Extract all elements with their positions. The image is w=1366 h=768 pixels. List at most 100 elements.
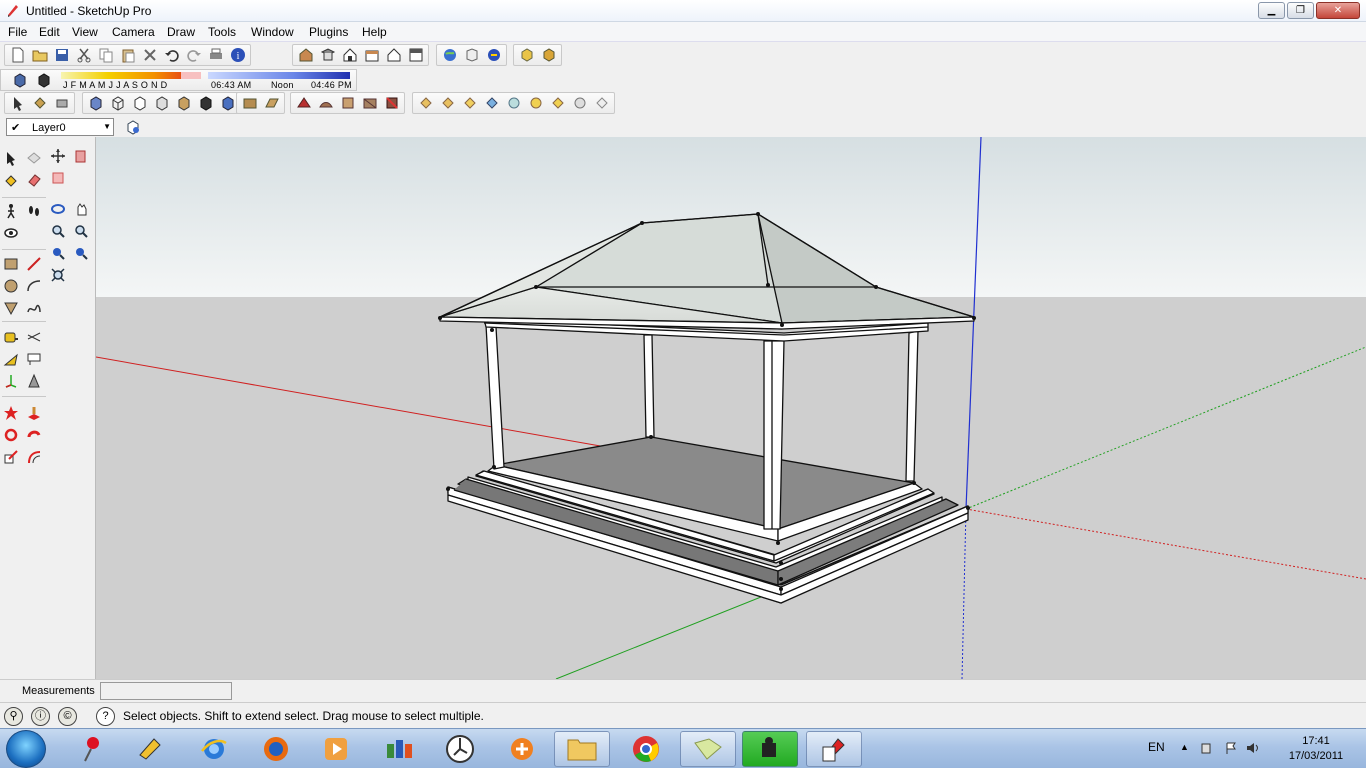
scale-tool-icon[interactable]	[1, 447, 21, 467]
3d-text-icon[interactable]	[24, 371, 44, 391]
sketchup-task-icon[interactable]	[806, 731, 862, 767]
orange-app-icon[interactable]	[494, 731, 550, 767]
zoom-tool-icon[interactable]	[48, 221, 68, 241]
front-view-icon[interactable]	[339, 45, 360, 65]
volume-icon[interactable]	[1246, 741, 1262, 755]
circle-tool-icon[interactable]	[1, 276, 21, 296]
follow-me-icon[interactable]	[48, 168, 68, 188]
look-around-icon[interactable]	[1, 223, 21, 243]
layer-select[interactable]: ✔ Layer0 ▼	[6, 118, 114, 136]
move-tool-icon[interactable]	[48, 146, 68, 166]
rectangle-tool-icon[interactable]	[1, 254, 21, 274]
zoom-window-icon[interactable]	[71, 221, 91, 241]
eraser-tool-icon[interactable]	[24, 170, 44, 190]
next-view-icon[interactable]	[71, 243, 91, 263]
shadow-toggle-icon[interactable]	[9, 70, 30, 90]
right-view-icon[interactable]	[361, 45, 382, 65]
xray-icon[interactable]	[85, 93, 106, 113]
menu-camera[interactable]: Camera	[112, 25, 155, 39]
minimize-button[interactable]: ▁	[1258, 2, 1285, 19]
sandbox-i-icon[interactable]	[481, 93, 502, 113]
firefox-icon[interactable]	[248, 731, 304, 767]
internet-explorer-icon[interactable]	[186, 731, 242, 767]
print-icon[interactable]	[205, 45, 226, 65]
eraser-icon[interactable]	[51, 93, 72, 113]
undo-icon[interactable]	[161, 45, 182, 65]
sandbox-n-icon[interactable]	[591, 93, 612, 113]
shaded-icon[interactable]	[151, 93, 172, 113]
sandbox-h-icon[interactable]	[459, 93, 480, 113]
notes-app-icon[interactable]	[680, 731, 736, 767]
menu-draw[interactable]: Draw	[167, 25, 195, 39]
sandbox-g-icon[interactable]	[437, 93, 458, 113]
menu-help[interactable]: Help	[362, 25, 387, 39]
menu-edit[interactable]: Edit	[39, 25, 60, 39]
model-viewport[interactable]	[96, 137, 1366, 679]
credits-icon[interactable]: ⓘ	[31, 707, 50, 726]
section-plane-icon[interactable]	[217, 93, 238, 113]
share-model-icon[interactable]	[483, 45, 504, 65]
clock-app-icon[interactable]	[432, 731, 488, 767]
text-tool-icon[interactable]	[24, 349, 44, 369]
get-models-icon[interactable]	[461, 45, 482, 65]
shadow-time-slider[interactable]	[208, 72, 350, 79]
media-player-icon[interactable]	[308, 731, 364, 767]
flag-tray-icon[interactable]	[1224, 741, 1238, 755]
walk-tool-icon[interactable]	[1, 201, 21, 221]
iso-view-icon[interactable]	[295, 45, 316, 65]
pin-app-icon[interactable]	[64, 731, 120, 767]
push-pull-icon[interactable]	[71, 146, 91, 166]
copy-icon[interactable]	[95, 45, 116, 65]
components-icon[interactable]	[516, 45, 537, 65]
maximize-button[interactable]: ❐	[1287, 2, 1314, 19]
sandbox-m-icon[interactable]	[569, 93, 590, 113]
axes-tool-icon[interactable]	[1, 371, 21, 391]
copyright-icon[interactable]: ©	[58, 707, 77, 726]
back-view-icon[interactable]	[383, 45, 404, 65]
section-cut-icon[interactable]	[261, 93, 282, 113]
footprints-icon[interactable]	[24, 201, 44, 221]
save-icon[interactable]	[51, 45, 72, 65]
monochrome-icon[interactable]	[195, 93, 216, 113]
chevron-down-icon[interactable]: ▼	[103, 122, 111, 131]
sandbox-k-icon[interactable]	[525, 93, 546, 113]
layer-manager-icon[interactable]	[122, 117, 143, 137]
menu-window[interactable]: Window	[251, 25, 294, 39]
close-button[interactable]: ✕	[1316, 2, 1360, 19]
show-hidden-icons-icon[interactable]: ▲	[1180, 742, 1189, 752]
shadow-date-slider[interactable]	[61, 72, 201, 79]
rotate-tool-icon[interactable]	[1, 425, 21, 445]
tape-measure-icon[interactable]	[1, 327, 21, 347]
hidden-line-icon[interactable]	[129, 93, 150, 113]
previous-view-icon[interactable]	[48, 243, 68, 263]
measurements-input[interactable]	[100, 682, 232, 700]
menu-file[interactable]: File	[8, 25, 27, 39]
menu-plugins[interactable]: Plugins	[309, 25, 348, 39]
sandbox-c-icon[interactable]	[337, 93, 358, 113]
erase-icon[interactable]	[139, 45, 160, 65]
orbit-tool-icon[interactable]	[48, 199, 68, 219]
arc-tool-icon[interactable]	[24, 276, 44, 296]
select-icon[interactable]	[7, 93, 28, 113]
language-indicator[interactable]: EN	[1148, 740, 1165, 754]
menu-tools[interactable]: Tools	[208, 25, 236, 39]
sandbox-l-icon[interactable]	[547, 93, 568, 113]
sandbox-j-icon[interactable]	[503, 93, 524, 113]
section-display-icon[interactable]	[239, 93, 260, 113]
move-rotate-icon[interactable]	[1, 403, 21, 423]
shaded-texture-icon[interactable]	[173, 93, 194, 113]
follow-me-tool-icon[interactable]	[24, 425, 44, 445]
plugin-icon[interactable]	[538, 45, 559, 65]
paint-icon[interactable]	[29, 93, 50, 113]
dimension-tool-icon[interactable]	[24, 327, 44, 347]
sandbox-b-icon[interactable]	[315, 93, 336, 113]
chrome-icon[interactable]	[618, 731, 674, 767]
wireframe-icon[interactable]	[107, 93, 128, 113]
sketchup-launcher-icon[interactable]	[122, 731, 178, 767]
redo-icon[interactable]	[183, 45, 204, 65]
devices-tray-icon[interactable]	[1200, 741, 1214, 755]
select-tool-icon[interactable]	[1, 148, 21, 168]
recorder-app-icon[interactable]	[742, 731, 798, 767]
pan-tool-icon[interactable]	[71, 199, 91, 219]
left-view-icon[interactable]	[405, 45, 426, 65]
